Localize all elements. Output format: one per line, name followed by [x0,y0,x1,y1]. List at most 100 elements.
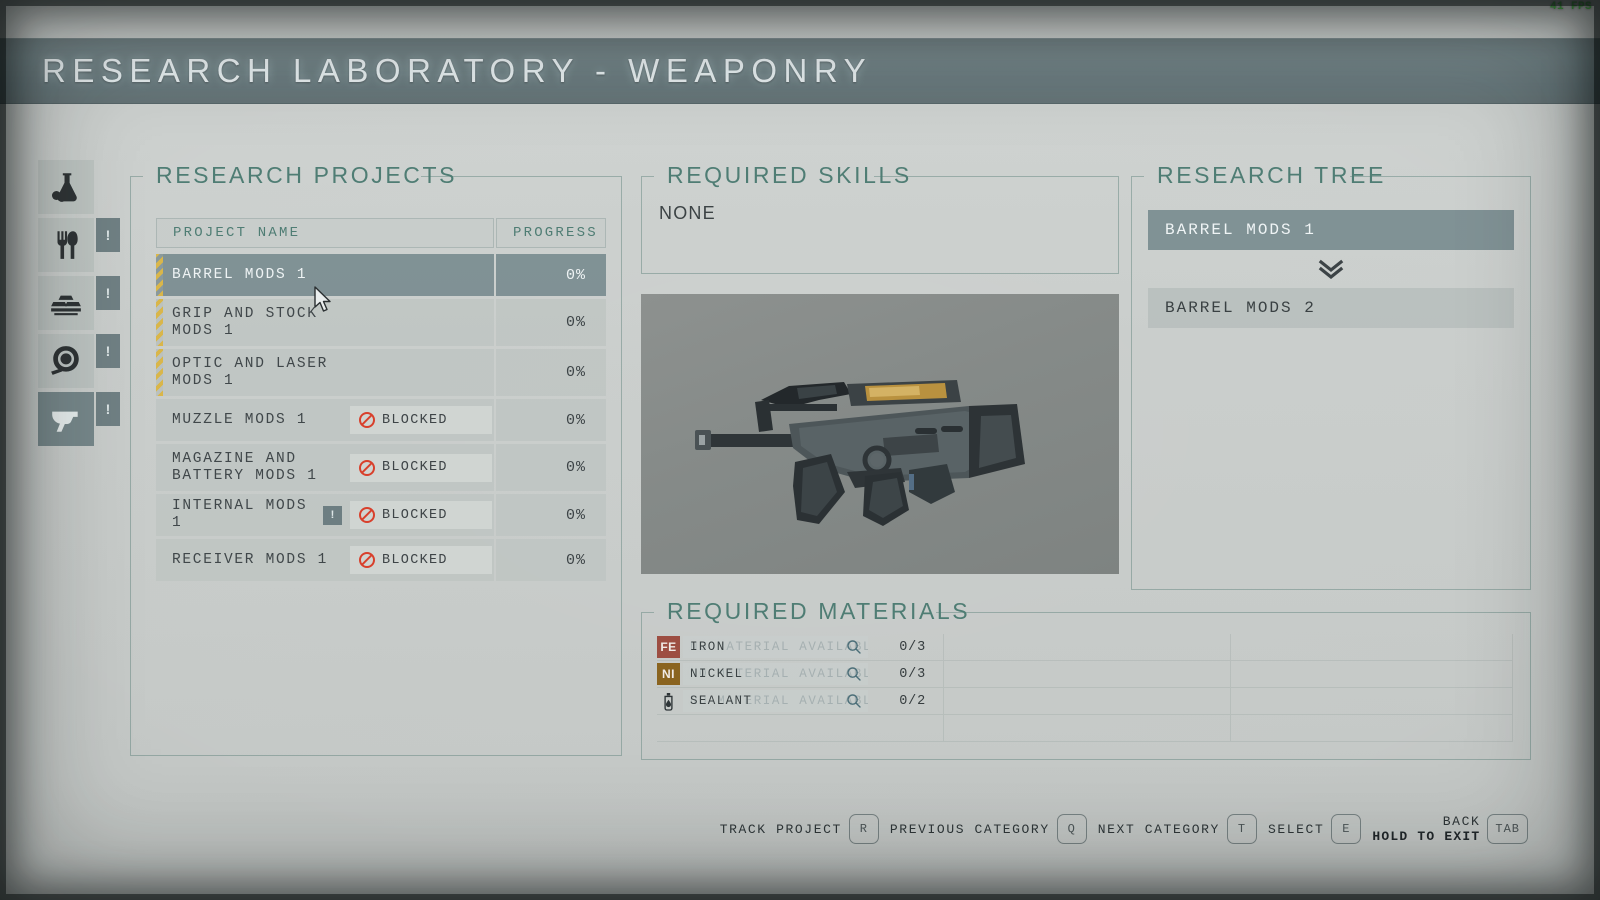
blocked-status-badge: BLOCKED [350,501,492,529]
projects-row-list: BARREL MODS 1 0% GRIP AND STOCK MODS 1 0% OP… [156,254,606,581]
material-empty-cell [944,715,1231,742]
material-empty-cell [1231,688,1513,715]
project-info-badge[interactable]: ! [323,505,342,525]
helmet-icon [49,344,83,378]
project-name-cell[interactable]: INTERNAL MODS 1! BLOCKED [156,494,494,536]
blocked-label: BLOCKED [382,412,448,428]
sidebar-row-equipment: ! [38,334,134,392]
table-row[interactable]: GRIP AND STOCK MODS 1 0% [156,299,606,346]
sidebar-item-equipment[interactable] [38,334,94,388]
skills-panel-legend: REQUIRED SKILLS [667,162,912,188]
material-name-field: NO MATERIAL AVAILABLE IRON [683,636,868,658]
pistol-icon [49,402,83,436]
table-row[interactable]: MUZZLE MODS 1 BLOCKED 0% [156,399,606,441]
no-entry-icon [359,552,375,568]
blocked-label: BLOCKED [382,507,448,523]
utensils-icon [49,228,83,262]
material-empty-cell [657,715,944,742]
no-entry-icon [359,412,375,428]
search-icon[interactable] [846,693,862,709]
sidebar-row-pharmacology [38,160,134,218]
search-icon[interactable] [846,666,862,682]
table-row[interactable]: MAGAZINE AND BATTERY MODS 1 BLOCKED 0% [156,444,606,491]
project-name-label: MAGAZINE AND BATTERY MODS 1 [172,450,318,484]
sidebar-item-manufacturing[interactable] [38,276,94,330]
research-tree-nodes: BARREL MODS 1 BARREL MODS 2 [1148,210,1514,328]
footer-hint: TRACK PROJECT R [720,814,879,844]
blocked-status-badge: BLOCKED [350,453,492,482]
research-laboratory-screen: 41 FPS RESEARCH LABORATORY - WEAPONRY ! … [0,0,1600,900]
project-progress-cell: 0% [496,539,606,581]
project-progress-cell: 0% [496,254,606,296]
blocked-status-badge: BLOCKED [350,546,492,574]
sidebar-item-weaponry[interactable] [38,392,94,446]
hold-to-exit-label: HOLD TO EXIT [1372,829,1481,844]
material-row[interactable]: NI NO MATERIAL AVAILABLE NICKEL 0/3 [657,661,944,688]
material-empty-cell [944,634,1231,661]
gold-bars-icon [49,286,83,320]
material-row[interactable]: FE NO MATERIAL AVAILABLE IRON 0/3 [657,634,944,661]
project-name-label: GRIP AND STOCK MODS 1 [172,305,318,339]
project-name-cell[interactable]: RECEIVER MODS 1 BLOCKED [156,539,494,581]
projects-table: PROJECT NAME PROGRESS BARREL MODS 1 0% GRI… [156,218,606,584]
table-row[interactable]: INTERNAL MODS 1! BLOCKED 0% [156,494,606,536]
material-row[interactable]: NO MATERIAL AVAILABLE SEALANT 0/2 [657,688,944,715]
project-name-label: BARREL MODS 1 [172,266,308,283]
table-row[interactable]: RECEIVER MODS 1 BLOCKED 0% [156,539,606,581]
footer-hint-key[interactable]: T [1226,814,1257,844]
footer-hint-key[interactable]: R [848,814,879,844]
skills-panel-border [641,176,1119,274]
material-name-field: NO MATERIAL AVAILABLE SEALANT [683,690,868,712]
back-label: BACK [1442,814,1481,829]
project-name-cell[interactable]: MUZZLE MODS 1 BLOCKED [156,399,494,441]
project-name-label: OPTIC AND LASER MODS 1 [172,355,329,389]
projects-table-header: PROJECT NAME PROGRESS [156,218,606,248]
research-projects-panel: RESEARCH PROJECTS PROJECT NAME PROGRESS … [130,162,622,756]
footer-hints: TRACK PROJECT R PREVIOUS CATEGORY Q NEXT CAT… [720,814,1528,844]
sidebar-row-weaponry: ! [38,392,134,450]
project-name-cell[interactable]: OPTIC AND LASER MODS 1 [156,349,494,396]
project-progress-cell: 0% [496,444,606,491]
weapon-preview [641,294,1119,574]
footer-hint: SELECT E [1267,814,1362,844]
sidebar-badge-weaponry: ! [96,392,120,426]
project-progress-cell: 0% [496,494,606,536]
sidebar-row-manufacturing: ! [38,276,134,334]
required-materials-panel: REQUIRED MATERIALS FE NO MATERIAL AVAILAB… [641,598,1531,760]
project-name-cell[interactable]: MAGAZINE AND BATTERY MODS 1 BLOCKED [156,444,494,491]
search-icon[interactable] [846,639,862,655]
projects-panel-legend: RESEARCH PROJECTS [156,162,458,188]
sealant-bottle-icon [657,690,680,712]
material-empty-cell [1231,715,1513,742]
materials-panel-legend: REQUIRED MATERIALS [667,598,971,624]
back-key[interactable]: TAB [1487,814,1528,844]
material-count: 0/3 [899,639,926,655]
no-entry-icon [359,459,375,476]
table-row[interactable]: BARREL MODS 1 0% [156,254,606,296]
material-empty-cell [944,661,1231,688]
hazard-stripe-indicator [156,254,163,296]
materials-grid: FE NO MATERIAL AVAILABLE IRON 0/3 NI NO MATER… [657,634,1513,746]
sidebar-item-pharmacology[interactable] [38,160,94,214]
column-header-progress: PROGRESS [496,218,606,248]
sidebar-item-food-and-drink[interactable] [38,218,94,272]
research-tree-panel: RESEARCH TREE BARREL MODS 1 BARREL MODS … [1131,162,1531,590]
sidebar-badge-food: ! [96,218,120,252]
material-count: 0/2 [899,693,926,709]
tree-node-next[interactable]: BARREL MODS 2 [1148,288,1514,328]
required-skills-value: NONE [659,203,716,223]
footer-hint-label: TRACK PROJECT [719,821,842,837]
blocked-label: BLOCKED [382,552,448,568]
material-name-field: NO MATERIAL AVAILABLE NICKEL [683,663,868,685]
footer-hint-back: BACK HOLD TO EXIT TAB [1372,814,1528,844]
project-name-label: MUZZLE MODS 1 [172,411,308,428]
fps-counter: 41 FPS [1549,1,1592,13]
footer-hint-key[interactable]: E [1331,814,1362,844]
hazard-stripe-indicator [156,299,163,346]
tree-node-current[interactable]: BARREL MODS 1 [1148,210,1514,250]
blocked-label: BLOCKED [382,460,448,475]
table-row[interactable]: OPTIC AND LASER MODS 1 0% [156,349,606,396]
project-progress-cell: 0% [496,299,606,346]
footer-hint-key[interactable]: Q [1056,814,1087,844]
footer-hint-label: SELECT [1267,821,1325,837]
